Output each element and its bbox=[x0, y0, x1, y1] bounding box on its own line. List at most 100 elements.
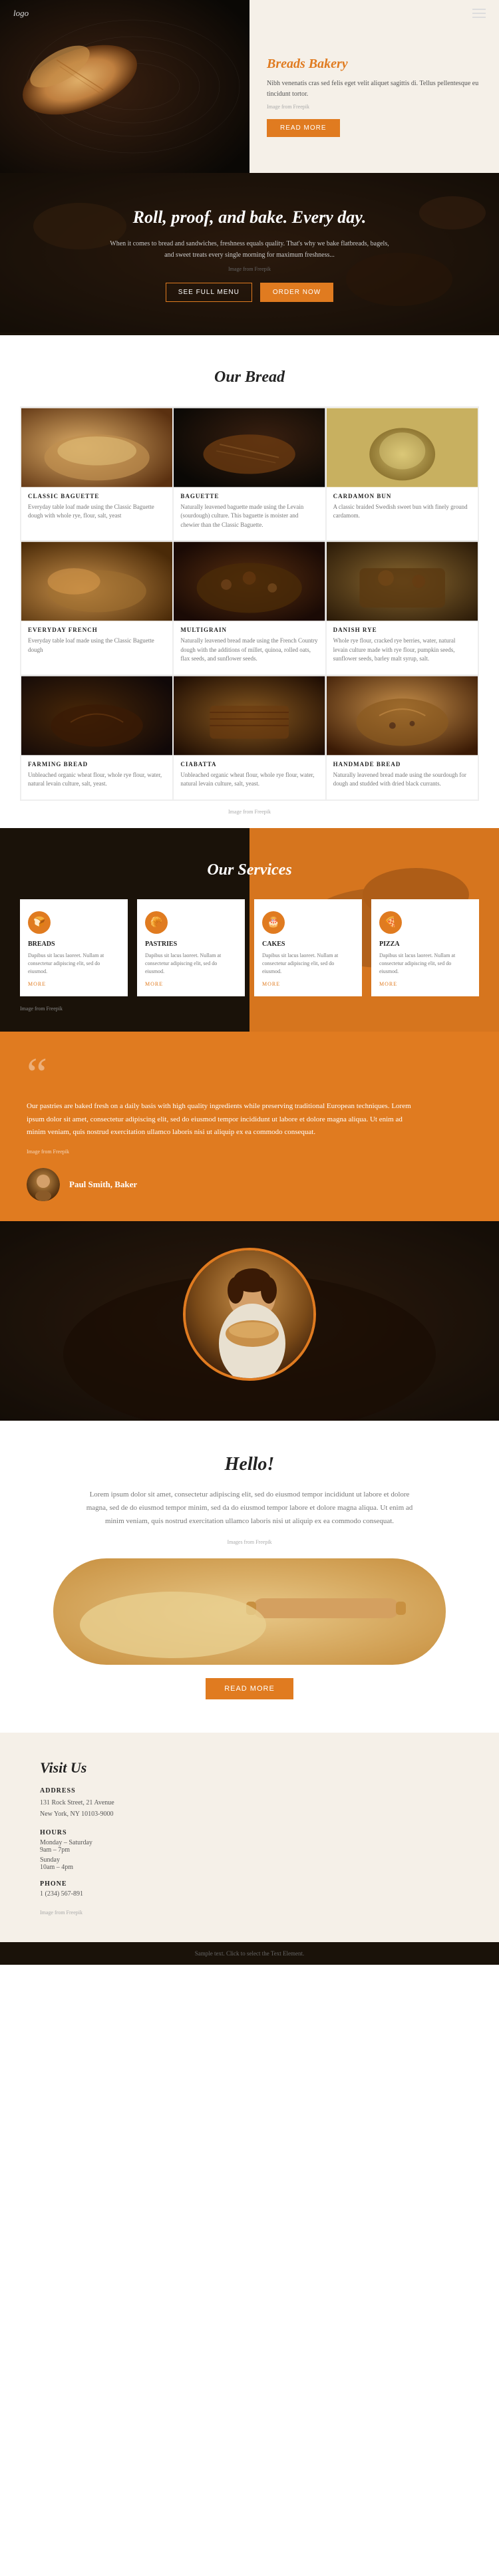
bread-name-5: Multigrain bbox=[180, 627, 318, 633]
bread-grid: Classic Baguette Everyday table loaf mad… bbox=[20, 406, 479, 801]
bread-item-3: Cardamon Bun A classic braided Swedish s… bbox=[326, 407, 478, 541]
bread-image-5 bbox=[174, 541, 325, 621]
bread-item-6: Danish Rye Whole rye flour, cracked rye … bbox=[326, 541, 478, 675]
visit-title: Visit Us bbox=[40, 1759, 459, 1777]
bread-desc-3: A classic braided Swedish sweet bun with… bbox=[333, 503, 471, 521]
visit-hours-sunday-time: 10am – 4pm bbox=[40, 1864, 459, 1871]
services-grid: 🍞 Breads Dapibus sit lacus laoreet. Null… bbox=[20, 899, 479, 996]
address-label: ADDRESS bbox=[40, 1787, 459, 1794]
hero-image-from: Image from Freepik bbox=[267, 104, 482, 110]
service-desc-breads: Dapibus sit lacus laoreet. Nullam at con… bbox=[28, 952, 120, 976]
visit-hours-weekday: Monday – Saturday bbox=[40, 1839, 459, 1846]
service-name-pastries: Pastries bbox=[145, 940, 237, 948]
visit-section: Visit Us ADDRESS 131 Rock Street, 21 Ave… bbox=[0, 1733, 499, 1942]
footer: Sample text. Click to select the Text El… bbox=[0, 1942, 499, 1965]
our-bread-image-from: Image from Freepik bbox=[20, 809, 479, 815]
bread-desc-2: Naturally leavened baguette made using t… bbox=[180, 503, 318, 530]
baker-section bbox=[0, 1221, 499, 1421]
bread-item-7: Farming Bread Unbleached organic wheat f… bbox=[21, 675, 173, 800]
phone-label: PHONE bbox=[40, 1880, 459, 1888]
hero-description: Nibh venenatis cras sed felis eget velit… bbox=[267, 78, 482, 100]
bread-image-4 bbox=[21, 541, 172, 621]
service-name-cakes: Cakes bbox=[262, 940, 354, 948]
service-more-breads-button[interactable]: MORE bbox=[28, 981, 120, 987]
bread-name-6: Danish Rye bbox=[333, 627, 471, 633]
author-avatar bbox=[27, 1168, 60, 1201]
bread-item-8: Ciabatta Unbleached organic wheat flour,… bbox=[173, 675, 325, 800]
baker-image bbox=[186, 1250, 316, 1381]
service-name-pizza: Pizza bbox=[379, 940, 471, 948]
bread-item-5: Multigrain Naturally leavened bread made… bbox=[173, 541, 325, 675]
service-card-pizza: 🍕 Pizza Dapibus sit lacus laoreet. Nulla… bbox=[371, 899, 479, 996]
banner-buttons: SEE FULL MENU ORDER NOW bbox=[166, 283, 333, 302]
our-bread-section: Our Bread Classic Baguette Everyday tabl… bbox=[0, 335, 499, 828]
bread-name-2: Baguette bbox=[180, 493, 318, 500]
bread-item-1: Classic Baguette Everyday table loaf mad… bbox=[21, 407, 173, 541]
bread-desc-9: Naturally leavened bread made using the … bbox=[333, 771, 471, 789]
service-card-breads: 🍞 Breads Dapibus sit lacus laoreet. Null… bbox=[20, 899, 128, 996]
banner-order-button[interactable]: ORDER NOW bbox=[260, 283, 333, 302]
bread-name-9: Handmade Bread bbox=[333, 761, 471, 768]
service-desc-cakes: Dapibus sit lacus laoreet. Nullam at con… bbox=[262, 952, 354, 976]
service-name-breads: Breads bbox=[28, 940, 120, 948]
navigation: logo bbox=[0, 0, 499, 27]
hero-title: Breads Bakery bbox=[267, 57, 482, 72]
bread-image-6 bbox=[327, 541, 478, 621]
bread-image-9 bbox=[327, 676, 478, 756]
bread-name-4: Everyday French bbox=[28, 627, 166, 633]
visit-address: 131 Rock Street, 21 Avenue New York, NY … bbox=[40, 1797, 459, 1820]
quote-text: Our pastries are baked fresh on a daily … bbox=[27, 1100, 413, 1139]
banner-menu-button[interactable]: SEE FULL MENU bbox=[166, 283, 252, 302]
bread-desc-4: Everyday table loaf made using the Class… bbox=[28, 637, 166, 654]
logo: logo bbox=[13, 8, 29, 19]
quote-image-from: Image from Freepik bbox=[27, 1149, 472, 1155]
visit-image-from: Image from Freepik bbox=[40, 1910, 459, 1916]
banner-description: When it comes to bread and sandwiches, f… bbox=[110, 238, 389, 261]
service-more-cakes-button[interactable]: MORE bbox=[262, 981, 354, 987]
quote-mark: “ bbox=[27, 1058, 472, 1091]
quote-section: “ Our pastries are baked fresh on a dail… bbox=[0, 1032, 499, 1221]
bread-image-7 bbox=[21, 676, 172, 756]
bread-image-1 bbox=[21, 408, 172, 488]
bread-name-7: Farming Bread bbox=[28, 761, 166, 768]
hero-read-more-button[interactable]: READ MORE bbox=[267, 119, 340, 137]
bread-name-8: Ciabatta bbox=[180, 761, 318, 768]
banner-image-from: Image from Freepik bbox=[228, 266, 271, 272]
hello-title: Hello! bbox=[53, 1454, 446, 1475]
bread-item-4: Everyday French Everyday table loaf made… bbox=[21, 541, 173, 675]
menu-line bbox=[472, 13, 486, 14]
hello-image-from: Images from Freepik bbox=[53, 1539, 446, 1545]
hours-label: HOURS bbox=[40, 1829, 459, 1836]
bread-item-9: Handmade Bread Naturally leavened bread … bbox=[326, 675, 478, 800]
baker-circle-frame bbox=[183, 1248, 316, 1381]
our-bread-title: Our Bread bbox=[20, 368, 479, 386]
hello-read-more-button[interactable]: READ MORE bbox=[206, 1678, 293, 1699]
quote-author: Paul Smith, Baker bbox=[27, 1168, 472, 1201]
breads-icon: 🍞 bbox=[28, 911, 51, 934]
visit-hours-sunday: Sunday bbox=[40, 1856, 459, 1864]
our-services-title: Our Services bbox=[20, 861, 479, 879]
hamburger-menu-button[interactable] bbox=[472, 9, 486, 18]
bread-image-2 bbox=[174, 408, 325, 488]
visit-hours-weekday-time: 9am – 7pm bbox=[40, 1846, 459, 1854]
visit-details: ADDRESS 131 Rock Street, 21 Avenue New Y… bbox=[40, 1787, 459, 1898]
bread-desc-5: Naturally leavened bread made using the … bbox=[180, 637, 318, 664]
bread-image-3 bbox=[327, 408, 478, 488]
author-name: Paul Smith, Baker bbox=[69, 1179, 137, 1190]
services-image-from: Image from Freepik bbox=[20, 1006, 479, 1012]
service-desc-pizza: Dapibus sit lacus laoreet. Nullam at con… bbox=[379, 952, 471, 976]
banner-title: Roll, proof, and bake. Every day. bbox=[133, 206, 367, 229]
bread-desc-1: Everyday table loaf made using the Class… bbox=[28, 503, 166, 521]
hello-bread-image bbox=[53, 1558, 446, 1665]
bread-desc-7: Unbleached organic wheat flour, whole ry… bbox=[28, 771, 166, 789]
footer-text: Sample text. Click to select the Text El… bbox=[195, 1950, 304, 1957]
hello-text: Lorem ipsum dolor sit amet, consectetur … bbox=[83, 1489, 416, 1528]
banner-section: Roll, proof, and bake. Every day. When i… bbox=[0, 173, 499, 335]
our-services-section: Our Services 🍞 Breads Dapibus sit lacus … bbox=[0, 828, 499, 1032]
service-more-pastries-button[interactable]: MORE bbox=[145, 981, 237, 987]
hello-section: Hello! Lorem ipsum dolor sit amet, conse… bbox=[0, 1421, 499, 1732]
service-card-pastries: 🥐 Pastries Dapibus sit lacus laoreet. Nu… bbox=[137, 899, 245, 996]
bread-name-3: Cardamon Bun bbox=[333, 493, 471, 500]
service-more-pizza-button[interactable]: MORE bbox=[379, 981, 471, 987]
bread-image-8 bbox=[174, 676, 325, 756]
